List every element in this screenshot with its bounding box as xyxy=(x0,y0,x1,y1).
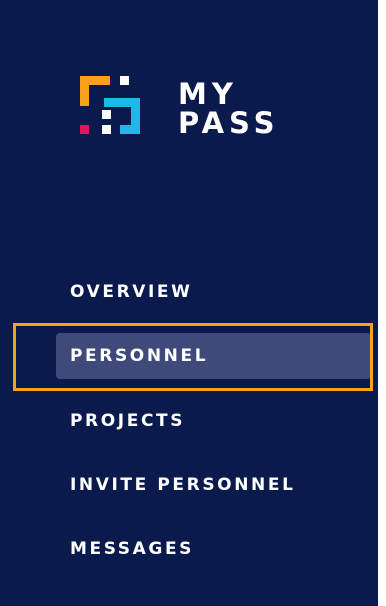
mypass-logo-icon xyxy=(80,76,140,134)
nav-item-label: INVITE PERSONNEL xyxy=(70,475,296,495)
window-edge xyxy=(378,0,386,606)
nav-item-messages[interactable]: MESSAGES xyxy=(56,526,371,572)
nav-item-personnel[interactable]: PERSONNEL xyxy=(56,333,371,379)
nav-item-projects[interactable]: PROJECTS xyxy=(56,398,371,444)
sidebar: MY PASS ™ OVERVIEW PERSONNEL PROJECTS IN… xyxy=(0,0,378,606)
nav-item-label: PROJECTS xyxy=(70,411,186,431)
nav-item-label: OVERVIEW xyxy=(70,282,193,302)
nav-item-invite-personnel[interactable]: INVITE PERSONNEL xyxy=(56,462,371,508)
nav-item-overview[interactable]: OVERVIEW xyxy=(56,269,371,315)
mypass-logo[interactable]: MY PASS ™ xyxy=(80,76,320,138)
logo-wordmark: MY PASS ™ xyxy=(178,80,280,138)
nav-item-label: PERSONNEL xyxy=(70,346,209,366)
logo-line-1: MY xyxy=(178,77,238,111)
logo-line-2: PASS xyxy=(178,106,280,140)
nav-item-label: MESSAGES xyxy=(70,539,195,559)
